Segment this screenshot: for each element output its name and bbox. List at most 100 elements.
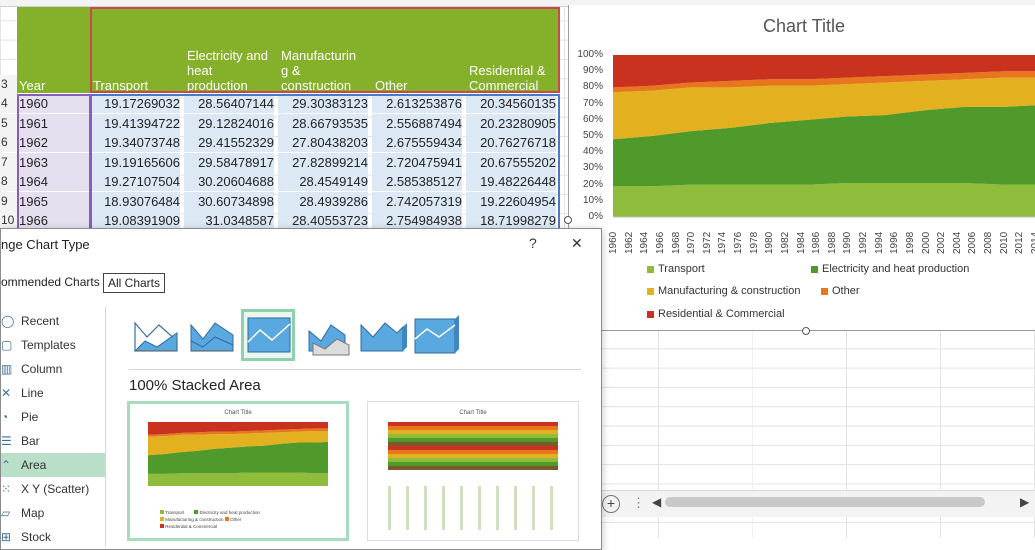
stock-chart-icon: ⊞ (1, 530, 12, 544)
legend-swatch (647, 310, 654, 318)
nav-item-area[interactable]: ⌃ Area (1, 453, 105, 477)
section-divider (129, 369, 581, 370)
add-sheet-icon[interactable]: + (602, 495, 620, 513)
row-number[interactable]: 3 (0, 75, 18, 94)
area-chart-icon: ⌃ (1, 458, 12, 472)
legend-swatch (821, 287, 828, 295)
selection-range-header (90, 7, 560, 93)
help-button[interactable]: ? (529, 235, 537, 251)
change-chart-type-dialog: nge Chart Type ? ✕ ommended Charts All C… (0, 228, 602, 550)
preview-title: Chart Title (224, 410, 252, 416)
nav-item-label: X Y (Scatter) (21, 482, 90, 496)
preview-alt-band (388, 434, 558, 438)
legend-label: Other (832, 285, 860, 297)
nav-item-map[interactable]: ▱ Map (1, 501, 105, 525)
100-stacked-area-subtype-icon[interactable] (241, 309, 295, 361)
x-tick-label: 1974 (717, 231, 729, 254)
nav-item-column[interactable]: ▥ Column (1, 357, 105, 381)
nav-item-label: Pie (21, 410, 39, 424)
header-year[interactable]: Year (19, 7, 89, 93)
legend-item[interactable]: Other (821, 285, 860, 297)
nav-item-templates[interactable]: ▢ Templates (1, 333, 105, 357)
nav-item-line[interactable]: ✕ Line (1, 381, 105, 405)
y-tick-label: 90% (582, 65, 603, 77)
x-tick-label: 1992 (858, 231, 870, 254)
preview-alt-band (388, 446, 558, 450)
area-series-transport[interactable] (613, 182, 1035, 217)
more-options-icon[interactable]: ⋮ (632, 495, 645, 511)
row-number[interactable]: 6 (0, 133, 18, 152)
nav-item-label: Map (21, 506, 45, 520)
area-subtype-icon[interactable] (131, 311, 181, 359)
preview-area-series (148, 472, 328, 486)
legend-item[interactable]: Electricity and heat production (811, 263, 969, 275)
y-tick-label: 60% (582, 113, 603, 125)
x-tick-label: 2000 (920, 231, 932, 254)
legend-item[interactable]: Residential & Commercial (647, 308, 785, 320)
scroll-left-icon[interactable]: ◀ (652, 495, 661, 509)
nav-item-recent[interactable]: ◯ Recent (1, 309, 105, 333)
x-tick-label: 2008 (983, 231, 995, 254)
nav-item-bar[interactable]: ☰ Bar (1, 429, 105, 453)
row-number[interactable]: 8 (0, 172, 18, 191)
3d-stacked-area-subtype-icon[interactable] (357, 311, 407, 359)
legend-label: Manufacturing & construction (658, 285, 801, 297)
x-tick-label: 1984 (795, 231, 807, 254)
x-tick-label: 1998 (904, 231, 916, 254)
legend-item[interactable]: Manufacturing & construction (647, 285, 800, 297)
horizontal-scrollbar[interactable] (665, 497, 985, 507)
y-tick-label: 70% (582, 97, 603, 109)
legend-item[interactable]: Transport (647, 263, 705, 275)
x-tick-label: 1962 (623, 231, 635, 254)
y-tick-label: 50% (582, 130, 603, 141)
stacked-area-subtype-icon[interactable] (187, 311, 237, 359)
map-chart-icon: ▱ (1, 506, 11, 520)
preview-alt-band (388, 442, 558, 446)
preview-alt-band (388, 466, 558, 470)
row-number[interactable]: 7 (0, 153, 18, 172)
resize-handle[interactable] (564, 216, 572, 224)
preview-alt-band (388, 458, 558, 462)
tab-all-charts[interactable]: All Charts (103, 273, 166, 293)
nav-item-label: Templates (21, 338, 76, 352)
scatter-chart-icon: ⁙ (1, 482, 12, 496)
tab-recommended-charts[interactable]: ommended Charts (1, 273, 100, 291)
nav-item-x-y-scatter-[interactable]: ⁙ X Y (Scatter) (1, 477, 105, 501)
x-tick-label: 2006 (967, 231, 979, 254)
x-tick-label: 1964 (639, 231, 651, 254)
3d-100-stacked-area-subtype-icon[interactable] (411, 311, 461, 359)
chart-plot[interactable] (569, 5, 1035, 330)
row-number[interactable]: 4 (0, 94, 18, 113)
selection-range-values (90, 94, 560, 234)
row-number[interactable]: 9 (0, 192, 18, 211)
legend-label: Residential & Commercial (658, 308, 785, 320)
nav-item-label: Recent (21, 314, 60, 328)
nav-item-stock[interactable]: ⊞ Stock (1, 525, 105, 549)
nav-divider (105, 307, 106, 547)
nav-item-pie[interactable]: ◔ Pie (1, 405, 105, 429)
selection-range-years (17, 94, 91, 234)
row-number[interactable]: 5 (0, 114, 18, 133)
preview-alt-band (388, 430, 558, 434)
legend-label: Electricity and heat production (822, 263, 970, 275)
x-tick-label: 1968 (670, 231, 682, 254)
x-tick-label: 1966 (654, 231, 666, 254)
chart-area[interactable]: Chart Title 100% 90% 80% 70% 60% 50% 40% 30% 20%… (564, 5, 1035, 335)
nav-item-label: Stock (21, 530, 52, 544)
legend-label: Transport (658, 263, 705, 275)
bar-chart-icon: ☰ (1, 434, 12, 448)
3d-area-subtype-icon[interactable] (303, 311, 353, 359)
x-tick-label: 1972 (701, 231, 713, 254)
pie-chart-icon: ◔ (1, 410, 9, 424)
chart-preview-alternate[interactable]: Chart Title (367, 401, 579, 541)
y-tick-label: 0% (588, 211, 603, 222)
x-tick-label: 1988 (826, 231, 838, 254)
close-button[interactable]: ✕ (571, 235, 583, 252)
x-tick-label: 1986 (811, 231, 823, 254)
legend-swatch (647, 265, 654, 273)
resize-handle[interactable] (802, 327, 810, 335)
x-tick-label: 2002 (936, 231, 948, 254)
scroll-right-icon[interactable]: ▶ (1020, 495, 1029, 509)
preview-alt-band (388, 450, 558, 454)
chart-preview-selected[interactable]: Chart Title Transport Electricity and he… (127, 401, 349, 541)
